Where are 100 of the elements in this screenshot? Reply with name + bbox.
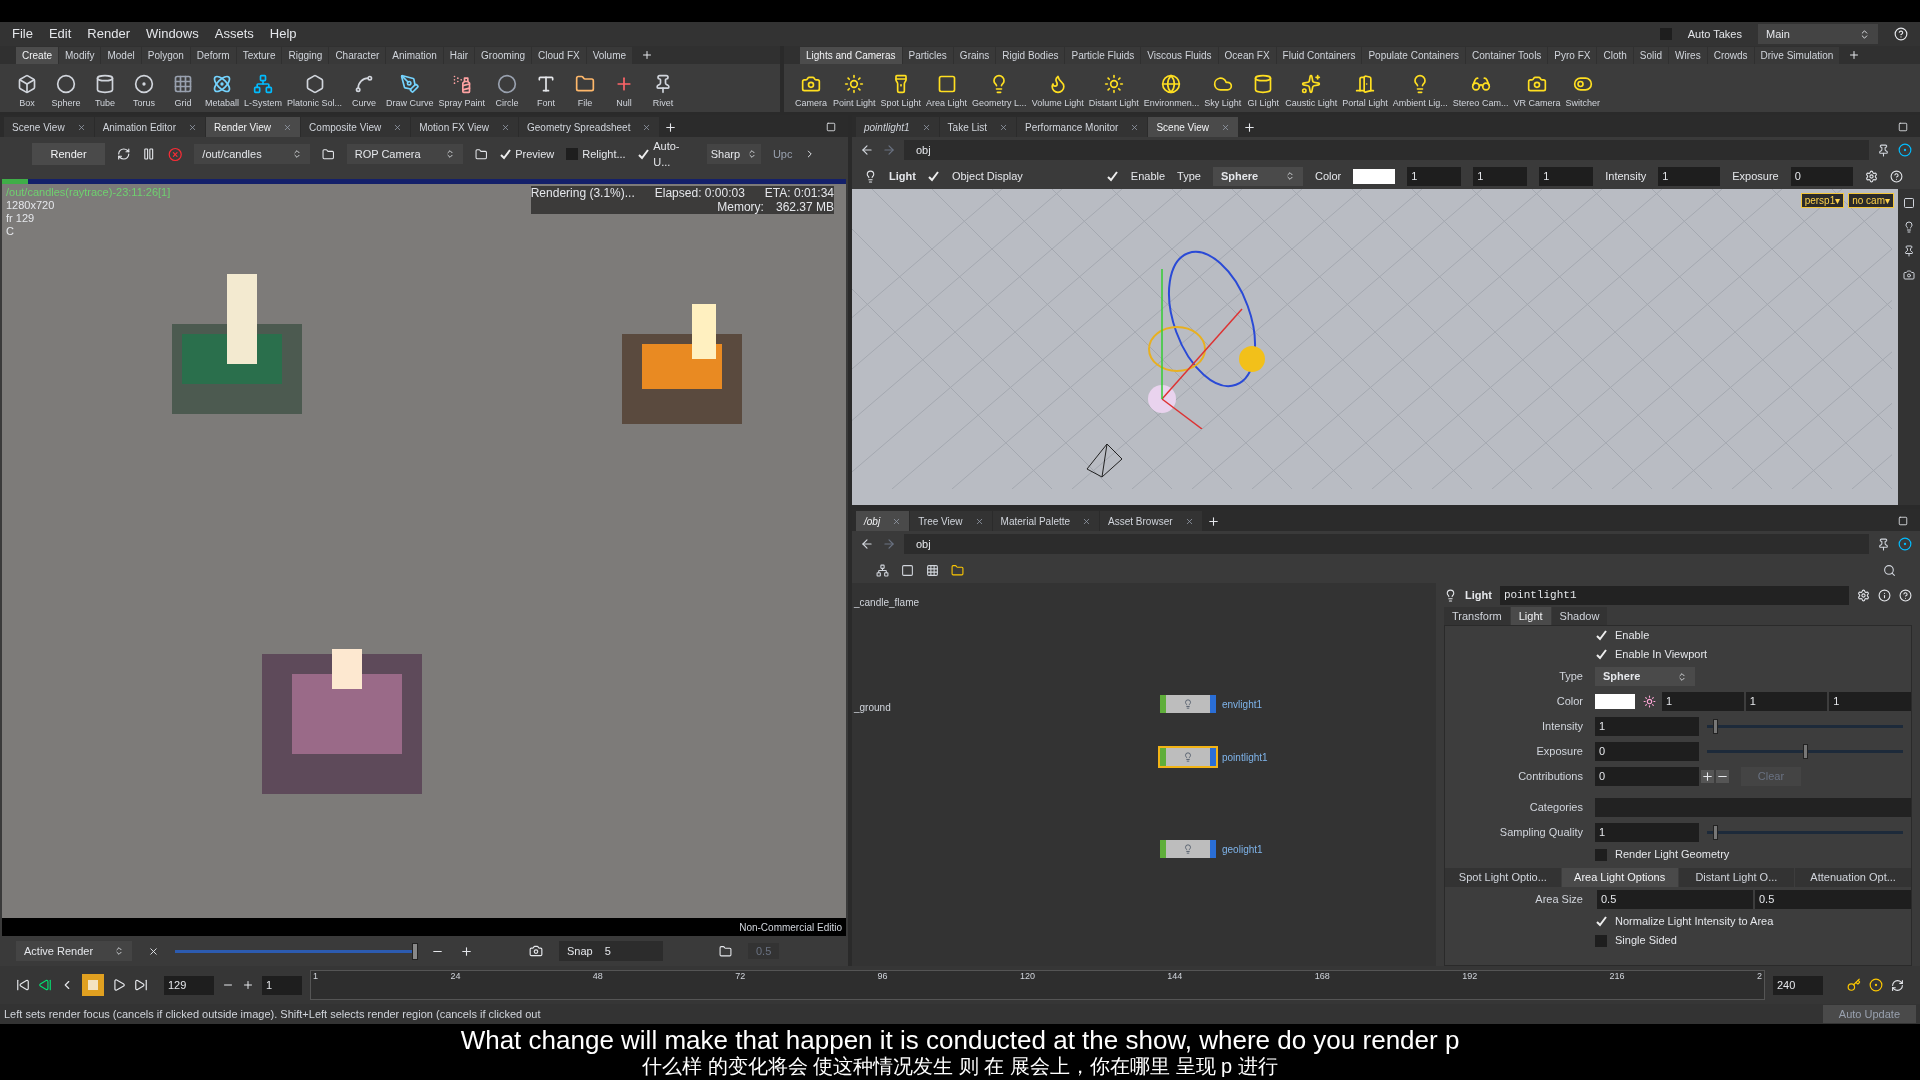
parameter-tab[interactable]: Distant Light O... xyxy=(1678,868,1795,887)
shelf-tool[interactable]: Ambient Lig... xyxy=(1390,66,1450,110)
color-swatch[interactable] xyxy=(1353,168,1396,184)
filter-dropdown[interactable]: Sharp xyxy=(706,144,761,164)
pause-icon[interactable] xyxy=(142,147,156,161)
checkbox[interactable] xyxy=(566,148,579,160)
take-dropdown[interactable]: Main xyxy=(1758,24,1878,44)
tree-icon[interactable] xyxy=(876,563,889,577)
pane-tab[interactable]: /obj xyxy=(856,511,910,531)
shelf-tool[interactable]: Circle xyxy=(488,66,527,110)
shelf-tool[interactable]: Sky Light xyxy=(1202,66,1244,110)
shelf-tool[interactable]: Metaball xyxy=(203,66,242,110)
shelf-tab[interactable]: Deform xyxy=(190,46,236,64)
close-icon[interactable] xyxy=(1082,516,1092,526)
search-icon[interactable] xyxy=(1883,563,1896,577)
menu-item[interactable]: File xyxy=(12,24,33,44)
snapshot-icon[interactable] xyxy=(529,944,543,958)
shelf-tool[interactable]: VR Camera xyxy=(1511,66,1563,110)
pane-tab[interactable]: Take List xyxy=(939,117,1017,137)
render-button[interactable]: Render xyxy=(32,143,105,165)
shelf-tab[interactable]: Rigging xyxy=(282,46,329,64)
value-field[interactable]: 1 xyxy=(1658,166,1721,186)
shelf-tab[interactable]: Character xyxy=(329,46,386,64)
shelf-tool[interactable]: File xyxy=(566,66,605,110)
parameter-tab[interactable]: Spot Light Optio... xyxy=(1445,868,1561,887)
slider-thumb[interactable] xyxy=(1712,825,1718,840)
checkbox[interactable] xyxy=(1595,934,1607,947)
snap-field[interactable]: Snap 5 xyxy=(559,941,663,961)
shelf-tab[interactable]: Grooming xyxy=(475,46,531,64)
categories-field[interactable] xyxy=(1595,798,1911,817)
value-field[interactable]: 0.5 xyxy=(1755,890,1911,909)
pane-tab[interactable]: Render View xyxy=(206,117,301,137)
checkbox[interactable] xyxy=(499,148,512,160)
pane-tab[interactable]: Material Palette xyxy=(992,511,1100,531)
shelf-tab[interactable]: Particles xyxy=(902,46,953,64)
checkbox[interactable] xyxy=(637,148,650,160)
pane-tab[interactable]: Scene View xyxy=(1148,117,1239,137)
shelf-tab[interactable]: Texture xyxy=(236,46,282,64)
parameter-tab[interactable]: Light xyxy=(1510,607,1551,625)
toolbar-overflow-label[interactable]: Upc xyxy=(772,145,793,163)
type-dropdown[interactable]: Sphere xyxy=(1212,166,1303,186)
back-icon[interactable] xyxy=(860,143,874,157)
timeline-ruler[interactable]: 1 24 48 72 96 120 144 168 192 216 2 xyxy=(310,970,1765,1000)
shelf-tab[interactable]: Solid xyxy=(1633,46,1669,64)
menu-item[interactable]: Edit xyxy=(48,24,72,44)
info-icon[interactable] xyxy=(1878,588,1891,602)
plus-icon[interactable] xyxy=(460,944,473,958)
shelf-tab[interactable]: Populate Containers xyxy=(1362,46,1466,64)
light-node[interactable] xyxy=(1158,693,1218,715)
refresh-icon[interactable] xyxy=(117,147,131,161)
value-field[interactable]: 240 xyxy=(1773,975,1823,995)
shelf-tool[interactable]: Camera xyxy=(792,66,830,110)
close-icon[interactable] xyxy=(188,122,197,132)
shelf-tool[interactable]: Caustic Light xyxy=(1283,66,1340,110)
realtime-icon[interactable] xyxy=(1869,978,1883,992)
view-menu[interactable]: no cam▾ xyxy=(1848,193,1894,208)
shelf-tool[interactable]: Volume Light xyxy=(1029,66,1086,110)
menu-item[interactable]: Render xyxy=(87,24,130,44)
shelf-tab[interactable]: Container Tools xyxy=(1466,46,1548,64)
value-field[interactable]: 0 xyxy=(1595,742,1699,761)
shelf-tab[interactable]: Volume xyxy=(586,46,633,64)
close-icon[interactable] xyxy=(974,516,984,526)
pane-tab[interactable]: Animation Editor xyxy=(94,117,205,137)
settings-icon[interactable] xyxy=(1864,169,1878,183)
value-field[interactable]: 129 xyxy=(164,975,214,995)
type-dropdown[interactable]: Sphere xyxy=(1595,667,1695,686)
maximize-icon[interactable] xyxy=(1898,516,1908,526)
shelf-tool[interactable]: Spot Light xyxy=(878,66,924,110)
camera-icon[interactable] xyxy=(1903,269,1915,281)
checkbox[interactable] xyxy=(1595,648,1607,661)
shelf-tab[interactable]: Particle Fluids xyxy=(1065,46,1141,64)
value-field[interactable]: 1 xyxy=(1595,717,1699,736)
shelf-tab[interactable]: Wires xyxy=(1669,46,1707,64)
shelf-tool[interactable]: L-System xyxy=(242,66,285,110)
checkbox[interactable] xyxy=(1595,915,1607,928)
checkbox[interactable] xyxy=(1106,170,1119,182)
color-wheel-icon[interactable] xyxy=(1643,695,1656,708)
loop-icon[interactable] xyxy=(1891,978,1904,992)
pane-tab[interactable]: Motion FX View xyxy=(411,117,518,137)
shelf-tool[interactable]: Platonic Sol... xyxy=(285,66,345,110)
first-frame-icon[interactable] xyxy=(16,978,30,992)
stop-icon[interactable] xyxy=(167,146,183,162)
value-field[interactable]: 0 xyxy=(1790,166,1853,186)
value-field[interactable]: 1 xyxy=(1539,166,1594,186)
shelf-tool[interactable]: Tube xyxy=(86,66,124,110)
close-icon[interactable] xyxy=(76,122,86,132)
shelf-tool[interactable]: Point Light xyxy=(831,66,878,110)
shelf-tab[interactable]: Lights and Cameras xyxy=(800,46,902,64)
shelf-tab[interactable]: Rigid Bodies xyxy=(996,46,1065,64)
zoom-slider-thumb[interactable] xyxy=(412,942,418,960)
shelf-tool[interactable]: Environmen... xyxy=(1141,66,1202,110)
value-field[interactable]: 0.5 xyxy=(1597,890,1753,909)
light-node[interactable] xyxy=(1158,838,1218,860)
checkbox[interactable] xyxy=(1595,629,1607,642)
value-field[interactable]: 1 xyxy=(1407,166,1462,186)
close-icon[interactable] xyxy=(642,122,652,132)
shelf-tab[interactable]: Model xyxy=(101,46,141,64)
minus-icon[interactable] xyxy=(1716,770,1729,783)
pane-tab[interactable]: Geometry Spreadsheet xyxy=(519,117,660,137)
pane-tab[interactable]: Scene View xyxy=(4,117,94,137)
